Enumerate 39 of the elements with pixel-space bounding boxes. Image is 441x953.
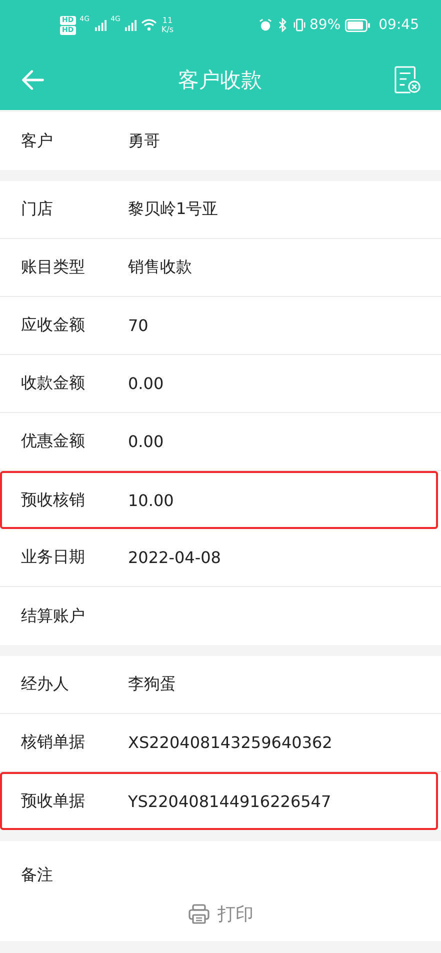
print-button[interactable]: 打印 bbox=[184, 900, 258, 928]
field-label: 经办人 bbox=[21, 674, 70, 695]
field-label: 结算账户 bbox=[21, 606, 86, 626]
field-label: 业务日期 bbox=[21, 547, 86, 568]
field-label: 预收单据 bbox=[21, 790, 86, 812]
field-label: 客户 bbox=[21, 130, 54, 152]
field-label: 预收核销 bbox=[21, 490, 86, 510]
field-value: 2022-04-08 bbox=[128, 548, 221, 567]
field-value: 0.00 bbox=[128, 374, 164, 393]
printer-icon bbox=[188, 903, 210, 925]
document-cancel-icon[interactable] bbox=[394, 65, 421, 95]
field-label: 门店 bbox=[21, 199, 54, 220]
field-label: 核销单据 bbox=[21, 732, 86, 753]
field-value: 黎贝岭1号亚 bbox=[128, 199, 218, 220]
vibrate-icon bbox=[292, 18, 306, 32]
signal-icon bbox=[124, 20, 138, 30]
field-value: 70 bbox=[128, 316, 148, 335]
field-value: YS220408144916226547 bbox=[128, 792, 332, 810]
field-value: 销售收款 bbox=[128, 257, 192, 278]
back-arrow-icon[interactable] bbox=[20, 67, 46, 93]
network-speed: K/s bbox=[161, 25, 174, 34]
alarm-icon bbox=[258, 18, 272, 32]
field-value: XS220408143259640362 bbox=[128, 733, 332, 752]
remarks-label: 备注 bbox=[21, 865, 54, 886]
field-label: 应收金额 bbox=[21, 315, 86, 336]
battery-percent: 89% bbox=[310, 17, 341, 33]
field-value: 10.00 bbox=[128, 490, 174, 510]
field-value: 李狗蛋 bbox=[128, 674, 176, 695]
clock: 09:45 bbox=[378, 17, 419, 33]
field-value: 0.00 bbox=[128, 432, 164, 451]
field-label: 优惠金额 bbox=[21, 431, 86, 452]
network-speed: 11 bbox=[162, 16, 173, 25]
page-title: 客户收款 bbox=[178, 67, 262, 94]
field-label: 收款金额 bbox=[21, 373, 86, 394]
field-value: 勇哥 bbox=[128, 130, 160, 152]
signal-icon bbox=[94, 20, 107, 30]
battery-icon bbox=[344, 18, 371, 32]
field-label: 账目类型 bbox=[21, 257, 86, 278]
wifi-icon bbox=[141, 19, 158, 31]
